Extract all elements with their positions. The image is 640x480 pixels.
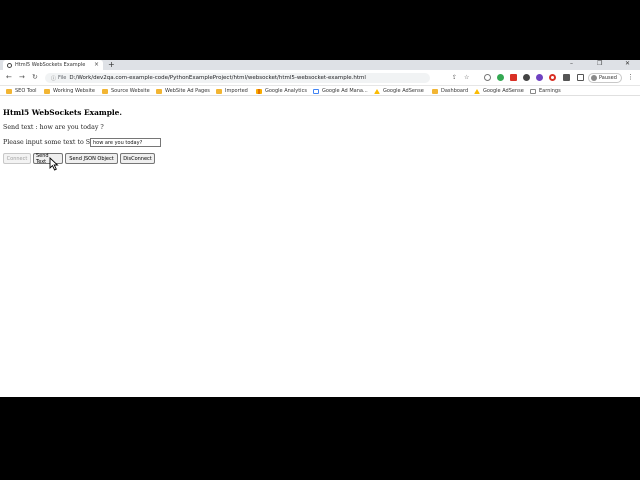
folder-icon (432, 88, 438, 94)
bookmark-earnings[interactable]: Earnings (530, 87, 561, 95)
bookmarks-bar: SEO Tool Working Website Source Website … (0, 86, 640, 96)
tab-title: Html5 WebSockets Example (15, 62, 86, 68)
disconnect-button[interactable]: DisConnect (120, 153, 155, 164)
puzzle-icon[interactable] (563, 74, 570, 81)
bookmark-google-adsense[interactable]: Google AdSense (374, 87, 424, 95)
opera-icon[interactable] (549, 74, 556, 81)
url-text[interactable]: D:/Work/dev2qa.com-example-code/PythonEx… (69, 75, 366, 81)
bookmark-working-website[interactable]: Working Website (44, 87, 95, 95)
connect-button[interactable]: Connect (3, 153, 31, 164)
page-content: Html5 WebSockets Example. Send text : ho… (0, 97, 640, 397)
star-icon[interactable]: ☆ (464, 74, 469, 81)
earnings-icon (530, 88, 536, 94)
folder-icon (216, 88, 222, 94)
profile-status: Paused (599, 75, 617, 81)
tab-close-icon[interactable]: × (94, 61, 99, 68)
extension-icon[interactable] (536, 74, 543, 81)
bookmark-dashboard[interactable]: Dashboard (432, 87, 468, 95)
folder-icon (156, 88, 162, 94)
avatar (591, 75, 597, 81)
send-json-button[interactable]: Send JSON Object (65, 153, 118, 164)
bookmark-website-ad-pages[interactable]: WebSite Ad Pages (156, 87, 210, 95)
tab-active[interactable]: Html5 WebSockets Example × (3, 60, 103, 70)
forward-arrow-icon[interactable]: → (19, 73, 25, 81)
back-arrow-icon[interactable]: ← (6, 73, 12, 81)
globe-icon (7, 62, 12, 68)
page-title: Html5 WebSockets Example. (3, 108, 122, 117)
mouse-cursor-icon (49, 157, 59, 171)
folder-icon (102, 88, 108, 94)
profile-button[interactable]: Paused (588, 73, 622, 83)
analytics-icon (256, 88, 262, 94)
bookmark-google-adsense-2[interactable]: Google AdSense (474, 87, 524, 95)
extension-icon[interactable] (523, 74, 530, 81)
bookmark-imported[interactable]: Imported (216, 87, 248, 95)
youtube-icon[interactable] (510, 74, 517, 81)
sent-text-status: Send text : how are you today ? (3, 124, 104, 131)
maximize-button[interactable]: ❐ (597, 60, 602, 68)
bookmark-google-analytics[interactable]: Google Analytics (256, 87, 307, 95)
share-icon[interactable]: ⇪ (452, 74, 457, 81)
bookmark-source-website[interactable]: Source Website (102, 87, 150, 95)
info-icon[interactable]: ⓘ (51, 75, 56, 82)
grammarly-icon[interactable] (497, 74, 504, 81)
folder-icon (6, 88, 12, 94)
reload-icon[interactable]: ↻ (32, 73, 38, 81)
url-scheme: File (58, 75, 67, 81)
browser-toolbar: ← → ↻ ⓘ File D:/Work/dev2qa.com-example-… (0, 70, 640, 86)
folder-icon (44, 88, 50, 94)
adsense-icon (374, 88, 380, 94)
menu-icon[interactable]: ⋮ (627, 73, 634, 81)
close-window-button[interactable]: ✕ (625, 60, 630, 68)
message-input[interactable] (90, 138, 161, 147)
bookmark-google-ad-manager[interactable]: Google Ad Mana... (313, 87, 368, 95)
tab-strip: Html5 WebSockets Example × + – ❐ ✕ (0, 60, 640, 70)
address-bar[interactable]: ⓘ File D:/Work/dev2qa.com-example-code/P… (45, 73, 430, 83)
new-tab-button[interactable]: + (108, 60, 115, 70)
adsense-icon (474, 88, 480, 94)
google-icon (313, 88, 319, 94)
sidebar-icon[interactable] (577, 74, 584, 81)
extension-icon[interactable] (484, 74, 491, 81)
browser-window: Html5 WebSockets Example × + – ❐ ✕ ← → ↻… (0, 60, 640, 397)
minimize-button[interactable]: – (570, 60, 573, 68)
bookmark-seo-tool[interactable]: SEO Tool (6, 87, 37, 95)
